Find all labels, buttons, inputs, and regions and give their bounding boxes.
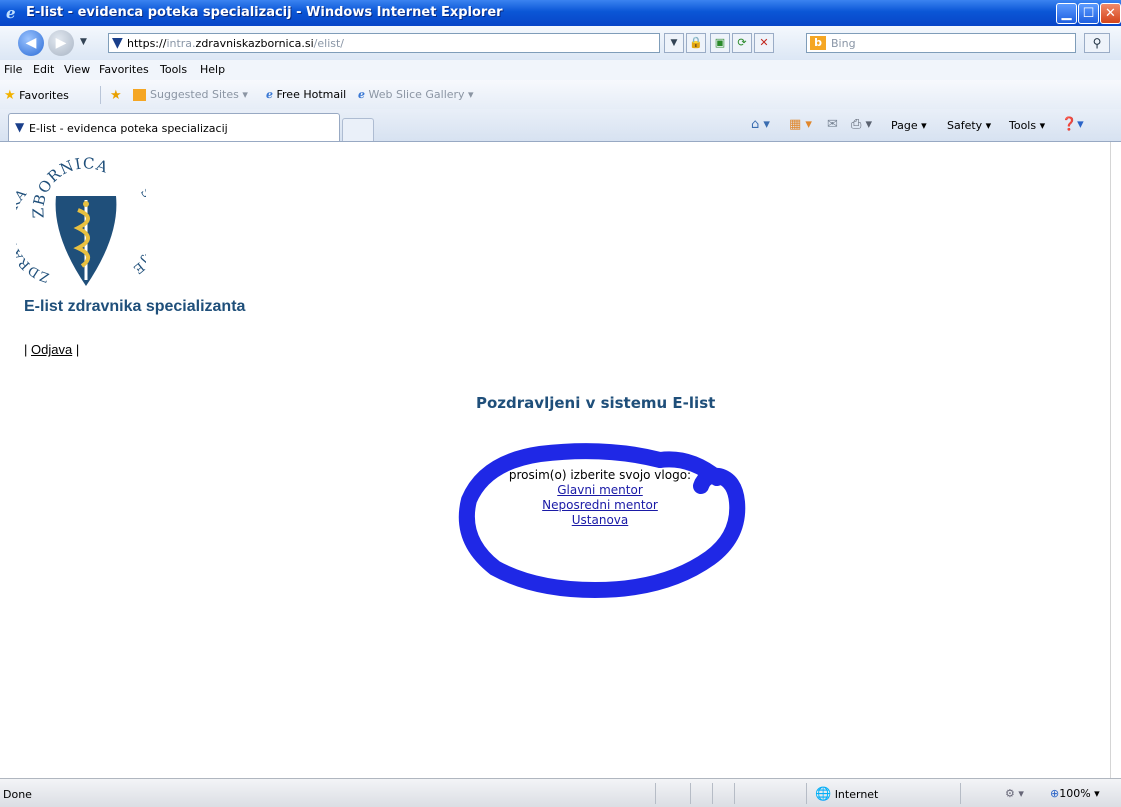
favorite-free-hotmail[interactable]: ℯ Free Hotmail [266,88,346,101]
menu-tools[interactable]: Tools [160,63,187,76]
status-divider [806,783,807,804]
menu-help[interactable]: Help [200,63,225,76]
compatibility-view-icon[interactable]: ▣ [710,33,730,53]
help-icon[interactable]: ❓▾ [1061,117,1084,132]
minimize-button[interactable]: ▁ [1056,3,1077,24]
title-bar: ℯ E-list - evidenca poteka specializacij… [0,0,1121,26]
status-divider [960,783,961,804]
suggested-sites-icon [133,89,146,101]
read-mail-icon[interactable]: ✉ [827,117,838,132]
status-bar: Done 🌐 Internet ⚙ ▾ ⊕100% ▾ [0,778,1121,807]
menu-favorites[interactable]: Favorites [99,63,149,76]
menu-file[interactable]: File [4,63,22,76]
welcome-heading: Pozdravljeni v sistemu E-list [476,394,716,412]
ie-logo-icon: ℯ [6,4,16,22]
logout-link[interactable]: Odjava [31,342,72,357]
role-prompt: prosim(o) izberite svojo vlogo: [508,468,692,482]
status-divider [734,783,735,804]
address-field[interactable]: ▼ https://intra.zdravniskazbornica.si/el… [108,33,660,53]
menu-edit[interactable]: Edit [33,63,54,76]
new-tab-button[interactable] [342,118,374,141]
status-divider [655,783,656,804]
safety-menu[interactable]: Safety ▾ [947,119,991,132]
svg-text:SLOVENIJE: SLOVENIJE [129,185,146,277]
maximize-button[interactable]: ☐ [1078,3,1099,24]
app-title: E-list zdravnika specializanta [24,298,246,315]
recent-pages-dropdown-icon[interactable]: ▼ [80,37,87,47]
role-link-glavni-mentor[interactable]: Glavni mentor [480,483,720,498]
navigation-bar: ◀ ▶ ▼ ▼ https://intra.zdravniskazbornica… [0,26,1121,61]
feeds-icon[interactable]: ▦ ▾ [789,117,812,132]
refresh-icon[interactable]: ⟳ [732,33,752,53]
command-bar: ⌂ ▾ ▦ ▾ ✉ ⎙ ▾ Page ▾ Safety ▾ Tools ▾ ❓▾ [751,117,1121,137]
address-dropdown-icon[interactable]: ▼ [664,33,684,53]
stop-icon[interactable]: ✕ [754,33,774,53]
chamber-logo: ZBORNICA ZDRAVNIŠKA SLOVENIJE [16,156,146,286]
role-link-ustanova[interactable]: Ustanova [480,513,720,528]
tab-elist[interactable]: ▼ E-list - evidenca poteka specializacij [8,113,340,141]
role-link-neposredni-mentor[interactable]: Neposredni mentor [480,498,720,513]
address-url: https://intra.zdravniskazbornica.si/elis… [127,37,345,50]
search-input[interactable]: b Bing [806,33,1076,53]
menu-view[interactable]: View [64,63,90,76]
tab-label: E-list - evidenca poteka specializacij [29,122,228,135]
close-button[interactable]: ✕ [1100,3,1121,24]
browser-window: ℯ E-list - evidenca poteka specializacij… [0,0,1121,807]
home-icon[interactable]: ⌂ ▾ [751,117,770,132]
lock-icon[interactable]: 🔒 [686,33,706,53]
favorite-suggested-sites[interactable]: Suggested Sites ▾ [133,88,248,101]
status-divider [712,783,713,804]
bing-icon: b [810,36,826,50]
add-favorite-icon[interactable]: ★ [110,88,122,103]
favorite-web-slice-gallery[interactable]: ℯ Web Slice Gallery ▾ [358,88,474,101]
globe-icon: 🌐 [815,787,832,802]
search-icon[interactable]: ⚲ [1084,33,1110,53]
favorites-star-icon: ★ [4,88,16,103]
protected-mode-icon[interactable]: ⚙ ▾ [1005,787,1024,800]
security-zone[interactable]: 🌐 Internet [815,787,878,802]
page-content: ZBORNICA ZDRAVNIŠKA SLOVENIJE E-list zdr… [0,142,1110,778]
search-placeholder: Bing [831,37,856,50]
menu-bar: File Edit View Favorites Tools Help [0,60,1121,81]
favorites-bar: ★ Favorites ★ Suggested Sites ▾ ℯ Free H… [0,80,1121,110]
window-title: E-list - evidenca poteka specializacij -… [26,5,503,20]
ie-page-icon: ℯ [358,88,365,101]
status-text: Done [3,788,32,801]
back-button[interactable]: ◀ [18,30,44,56]
page-menu[interactable]: Page ▾ [891,119,927,132]
role-selection: prosim(o) izberite svojo vlogo: Glavni m… [480,468,720,528]
site-favicon-icon: ▼ [15,120,25,134]
vertical-scrollbar[interactable] [1110,142,1121,778]
tools-menu[interactable]: Tools ▾ [1009,119,1045,132]
ie-page-icon: ℯ [266,88,273,101]
forward-button[interactable]: ▶ [48,30,74,56]
logout-line: | Odjava | [24,342,80,357]
favorites-button[interactable]: ★ Favorites [4,88,69,103]
site-favicon-icon: ▼ [112,35,123,51]
logo-text-right: SLOVENIJE [129,185,146,277]
status-divider [690,783,691,804]
tab-row: ▼ E-list - evidenca poteka specializacij… [0,109,1121,142]
zoom-level[interactable]: ⊕100% ▾ [1050,787,1100,800]
favorites-divider [100,86,101,104]
print-icon[interactable]: ⎙ ▾ [851,117,872,132]
